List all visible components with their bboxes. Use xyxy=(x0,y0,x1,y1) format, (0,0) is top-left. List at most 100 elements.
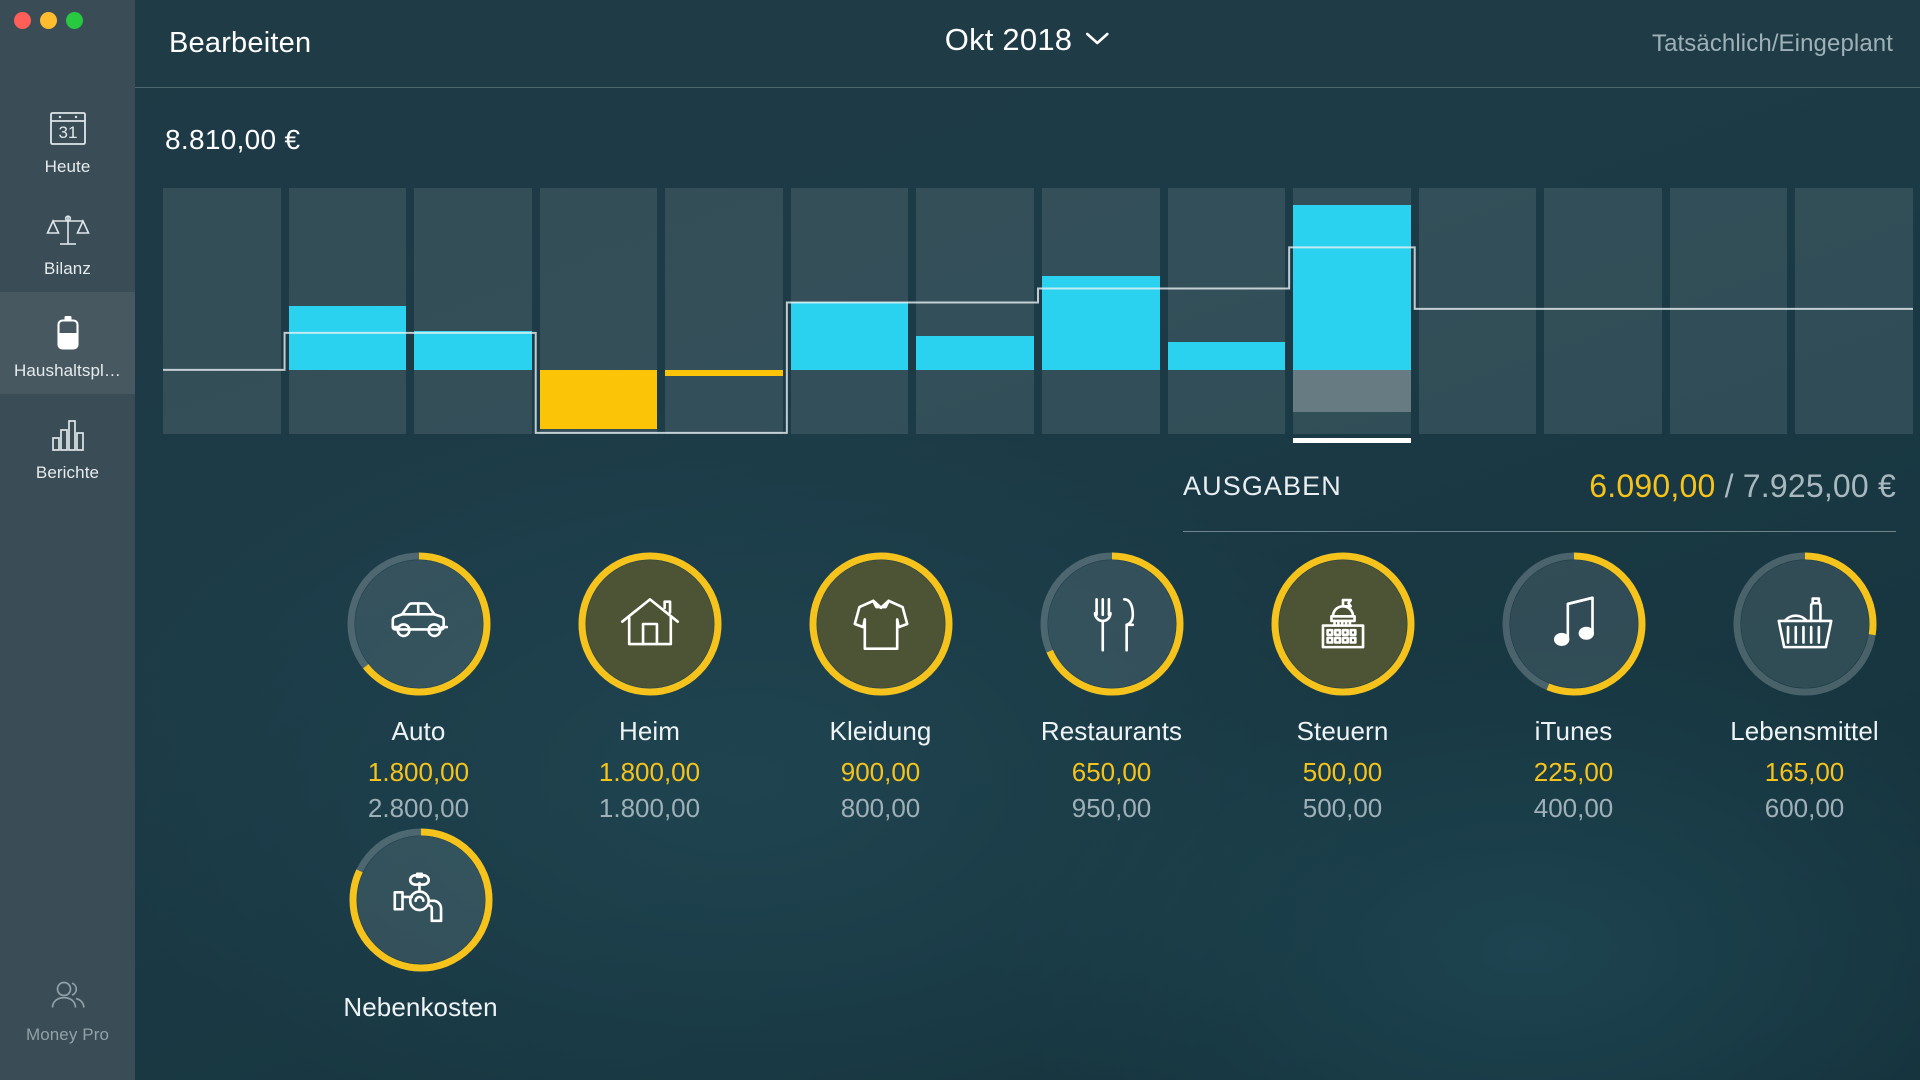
capitol-icon xyxy=(1267,548,1419,700)
chart-bar-slot[interactable] xyxy=(916,188,1034,434)
chart-bar-track xyxy=(1167,188,1286,434)
basket-icon xyxy=(1729,548,1881,700)
chart-selected-indicator xyxy=(1293,438,1411,443)
sidebar-item-berichte[interactable]: Berichte xyxy=(0,394,135,496)
category-progress-ring xyxy=(343,548,495,700)
chart-bar-track xyxy=(1544,188,1662,434)
category-item-itunes[interactable]: iTunes 225,00 400,00 xyxy=(1458,548,1689,824)
sidebar: 31 Heute Bilanz Haushaltspl… Berichte Mo… xyxy=(0,0,135,1080)
category-row: Nebenkosten xyxy=(303,824,1920,1023)
expenses-summary-values: 6.090,00 / 7.925,00 € xyxy=(1589,468,1896,505)
category-progress-ring xyxy=(345,824,497,976)
calendar-31-icon: 31 xyxy=(4,102,131,154)
sidebar-item-bilanz[interactable]: Bilanz xyxy=(0,190,135,292)
category-progress-ring xyxy=(805,548,957,700)
users-icon xyxy=(4,970,131,1022)
sidebar-item-label: Bilanz xyxy=(44,259,91,278)
sidebar-item-heute[interactable]: 31 Heute xyxy=(0,88,135,190)
sidebar-item-label: Berichte xyxy=(35,463,100,482)
cutlery-icon xyxy=(1036,548,1188,700)
category-grid: Auto 1.800,00 2.800,00 Heim 1.800,00 1.800,00… xyxy=(303,548,1920,1080)
category-planned-amount: 500,00 xyxy=(1302,793,1383,823)
app-window: 31 Heute Bilanz Haushaltspl… Berichte Mo… xyxy=(0,0,1920,1080)
category-item-steuern[interactable]: Steuern 500,00 500,00 xyxy=(1227,548,1458,824)
category-actual-amount: 900,00 xyxy=(840,757,921,787)
car-icon xyxy=(343,548,495,700)
expenses-summary-label: AUSGABEN xyxy=(1183,471,1342,501)
sidebar-item-label: Haushaltspl… xyxy=(13,361,122,380)
chart-bar-overflow xyxy=(1293,369,1411,413)
chart-bar-positive xyxy=(916,335,1034,370)
category-name: Restaurants xyxy=(1040,716,1183,746)
category-name: Auto xyxy=(391,716,446,746)
chart-bar-slot[interactable] xyxy=(414,188,532,434)
chart-bar-slot[interactable] xyxy=(1544,188,1662,434)
sidebar-nav: 31 Heute Bilanz Haushaltspl… Berichte xyxy=(0,88,135,496)
month-label: Okt 2018 xyxy=(944,22,1073,57)
category-name: Heim xyxy=(618,716,681,746)
chart-bar-slot[interactable] xyxy=(1669,188,1788,434)
chart-bar-slot[interactable] xyxy=(665,188,783,434)
chart-bar-positive xyxy=(1042,275,1160,370)
month-picker[interactable]: Okt 2018 xyxy=(945,22,1110,58)
sidebar-item-label: Money Pro xyxy=(25,1025,110,1044)
zoom-window-button[interactable] xyxy=(66,12,83,29)
chart-bar-slot[interactable] xyxy=(1418,188,1537,434)
category-progress-ring xyxy=(1498,548,1650,700)
period-mode-label: Tatsächlich/Eingeplant xyxy=(1651,30,1893,57)
chart-bar-slot[interactable] xyxy=(288,188,407,434)
category-actual-amount: 650,00 xyxy=(1071,757,1152,787)
chart-bar-positive xyxy=(1167,342,1286,370)
chart-bar-track xyxy=(1418,188,1537,434)
chart-bar-track xyxy=(665,188,783,434)
main-content: Bearbeiten Okt 2018 Tatsächlich/Eingepla… xyxy=(135,0,1920,1080)
titlebar: Bearbeiten Okt 2018 Tatsächlich/Eingepla… xyxy=(135,0,1920,88)
chart-bar-negative xyxy=(539,369,658,429)
chart-bar-track xyxy=(414,188,532,434)
category-name: Nebenkosten xyxy=(343,992,498,1022)
chart-bar-slot[interactable] xyxy=(1293,188,1411,443)
category-name: iTunes xyxy=(1534,716,1613,746)
chart-bar-positive xyxy=(288,305,407,370)
chart-bar-track xyxy=(1669,188,1788,434)
category-progress-ring xyxy=(574,548,726,700)
category-name: Lebensmittel xyxy=(1730,716,1879,746)
chart-bar-positive xyxy=(414,331,532,370)
category-item-lebensmittel[interactable]: Lebensmittel 165,00 600,00 xyxy=(1689,548,1920,824)
category-planned-amount: 1.800,00 xyxy=(598,793,701,823)
sidebar-item-money-pro[interactable]: Money Pro xyxy=(0,956,135,1058)
chart-bar-slot[interactable] xyxy=(1167,188,1286,434)
chart-bar-slot[interactable] xyxy=(163,188,281,434)
chart-bar-track xyxy=(163,188,281,434)
minimize-window-button[interactable] xyxy=(40,12,57,29)
music-icon xyxy=(1498,548,1650,700)
chart-total-amount: 8.810,00 € xyxy=(165,124,301,155)
window-controls xyxy=(14,12,83,29)
shirt-icon xyxy=(805,548,957,700)
category-item-restaurants[interactable]: Restaurants 650,00 950,00 xyxy=(996,548,1227,824)
chart-bar-slot[interactable] xyxy=(539,188,658,434)
category-item-kleidung[interactable]: Kleidung 900,00 800,00 xyxy=(765,548,996,824)
chart-bars xyxy=(163,188,1913,443)
chart-bar-slot[interactable] xyxy=(1042,188,1160,434)
category-actual-amount: 500,00 xyxy=(1302,757,1383,787)
category-planned-amount: 800,00 xyxy=(840,793,921,823)
chart-bar-track xyxy=(1795,188,1913,434)
category-item-nebenkosten[interactable]: Nebenkosten xyxy=(303,824,538,1023)
category-item-heim[interactable]: Heim 1.800,00 1.800,00 xyxy=(534,548,765,824)
chart-bar-slot[interactable] xyxy=(790,188,909,434)
chart-bar-slot[interactable] xyxy=(1795,188,1913,434)
edit-button[interactable]: Bearbeiten xyxy=(169,27,311,60)
svg-text:31: 31 xyxy=(58,123,77,142)
category-item-auto[interactable]: Auto 1.800,00 2.800,00 xyxy=(303,548,534,824)
category-planned-amount: 2.800,00 xyxy=(367,793,470,823)
chart-bar-track xyxy=(916,188,1034,434)
house-icon xyxy=(574,548,726,700)
close-window-button[interactable] xyxy=(14,12,31,29)
sidebar-item-haushaltsplan[interactable]: Haushaltspl… xyxy=(0,292,135,394)
bar-chart-icon xyxy=(4,408,131,460)
sidebar-bottom: Money Pro xyxy=(0,956,135,1058)
chart-bar-positive xyxy=(790,302,909,370)
category-planned-amount: 600,00 xyxy=(1764,793,1845,823)
category-actual-amount: 1.800,00 xyxy=(367,757,470,787)
